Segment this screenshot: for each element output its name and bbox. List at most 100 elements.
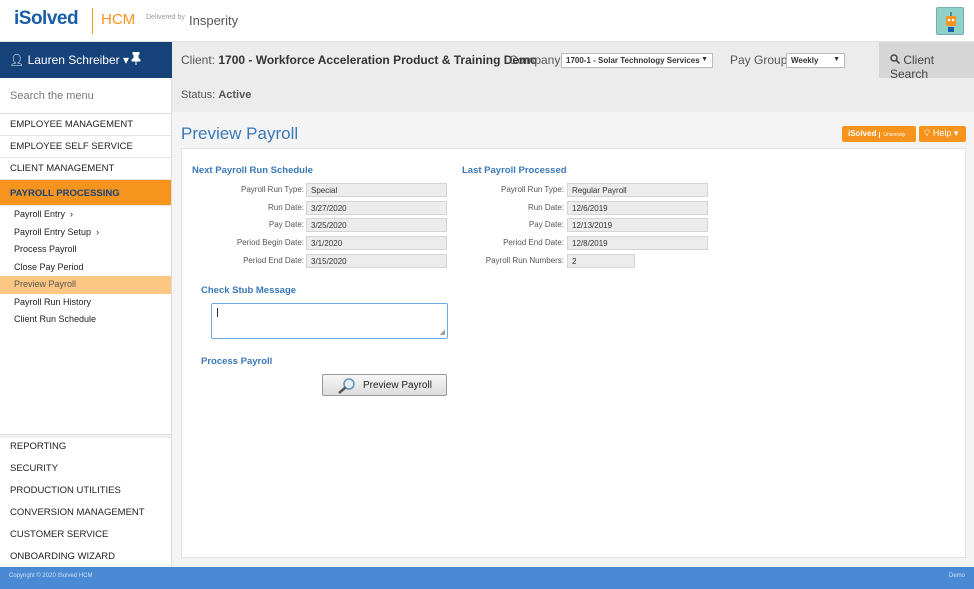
- field-label: Pay Date:: [268, 220, 304, 229]
- check-stub-title: Check Stub Message: [201, 285, 297, 296]
- user-icon: 👤︎: [9, 53, 25, 67]
- isolved-logo[interactable]: iSolved: [14, 8, 79, 30]
- process-payroll-title: Process Payroll: [201, 356, 273, 367]
- next-period-end-field: 3/15/2020: [306, 254, 447, 268]
- status-value: Active: [218, 89, 252, 101]
- status-label: Status:: [181, 89, 216, 101]
- nav-bottom: REPORTING SECURITY PRODUCTION UTILITIES …: [0, 436, 171, 568]
- chevron-right-icon: ›: [67, 209, 74, 219]
- chevron-down-icon: ▾: [953, 128, 959, 138]
- client-search-button[interactable]: Client Search: [879, 42, 974, 81]
- resize-grip-icon[interactable]: ◢: [440, 328, 445, 336]
- chevron-down-icon: ▼: [833, 56, 840, 63]
- univ-small-label: University: [879, 132, 906, 138]
- next-run-date-field: 3/27/2020: [306, 201, 447, 215]
- last-period-end-field: 12/8/2019: [567, 236, 708, 250]
- client-value: 1700 - Workforce Acceleration Product & …: [218, 53, 538, 67]
- user-name: Lauren Schreiber: [27, 53, 120, 67]
- preview-payroll-panel: Next Payroll Run Schedule Payroll Run Ty…: [181, 148, 966, 558]
- preview-payroll-label: Preview Payroll: [363, 380, 432, 391]
- main-content: Preview Payroll iSolved University 💡︎ Hel…: [172, 112, 974, 567]
- menu-search-input[interactable]: Search the menu: [0, 78, 171, 114]
- field-label: Payroll Run Type:: [501, 185, 564, 194]
- chevron-right-icon: ›: [93, 226, 100, 237]
- sidebar-item-onboarding-wizard[interactable]: ONBOARDING WIZARD: [0, 546, 171, 568]
- field-label: Payroll Run Type:: [241, 185, 304, 194]
- field-label: Pay Date:: [528, 220, 564, 229]
- user-avatar[interactable]: [936, 7, 964, 35]
- sidebar-item-employee-self-service[interactable]: EMPLOYEE SELF SERVICE: [0, 136, 171, 158]
- sidebar-subitem-payroll-entry[interactable]: Payroll Entry ›: [0, 206, 171, 224]
- nav-top: EMPLOYEE MANAGEMENT EMPLOYEE SELF SERVIC…: [0, 114, 171, 329]
- help-button[interactable]: 💡︎ Help ▾: [919, 126, 966, 142]
- field-label: Period Begin Date:: [236, 238, 304, 247]
- pay-group-label: Pay Group:: [730, 53, 791, 67]
- pay-group-select-value: Weekly: [791, 56, 819, 65]
- user-menu-bar: 👤︎ Lauren Schreiber ▾: [0, 42, 172, 78]
- client-info-bar: Client: 1700 - Workforce Acceleration Pr…: [172, 42, 974, 81]
- client-label: Client:: [181, 53, 216, 67]
- univ-label: iSolved: [848, 129, 877, 138]
- sidebar-item-customer-service[interactable]: CUSTOMER SERVICE: [0, 524, 171, 546]
- footer: Copyright © 2020 iSolved HCM Demo: [0, 567, 974, 589]
- field-label: Payroll Run Numbers:: [485, 256, 564, 265]
- subitem-label: Payroll Entry: [14, 209, 66, 219]
- magnifier-icon: [337, 377, 357, 397]
- next-period-begin-field: 3/1/2020: [306, 236, 447, 250]
- sidebar-item-reporting[interactable]: REPORTING: [0, 436, 171, 458]
- chevron-down-icon: ▾: [122, 53, 130, 67]
- sidebar-subitem-process-payroll[interactable]: Process Payroll: [0, 241, 171, 259]
- isolved-university-button[interactable]: iSolved University: [842, 126, 916, 142]
- preview-payroll-button[interactable]: Preview Payroll: [322, 374, 447, 396]
- sidebar-item-client-management[interactable]: CLIENT MANAGEMENT: [0, 158, 171, 180]
- pin-icon[interactable]: [131, 51, 141, 68]
- logo-divider: [92, 8, 93, 34]
- top-header: iSolved HCM Delivered by Insperity: [0, 0, 974, 42]
- help-label: Help: [932, 128, 952, 138]
- pay-group-select[interactable]: Weekly ▼: [786, 53, 845, 68]
- client-status: Status: Active: [181, 89, 251, 101]
- sidebar: Search the menu EMPLOYEE MANAGEMENT EMPL…: [0, 78, 172, 567]
- sidebar-item-conversion-management[interactable]: CONVERSION MANAGEMENT: [0, 502, 171, 524]
- demo-label: Demo: [948, 573, 965, 579]
- robot-avatar-icon: [946, 12, 956, 32]
- insperity-logo-text: Insperity: [189, 13, 239, 28]
- search-icon: [890, 53, 903, 67]
- last-run-title: Last Payroll Processed: [462, 165, 567, 176]
- sidebar-subitem-payroll-entry-setup[interactable]: Payroll Entry Setup ›: [0, 224, 171, 242]
- company-select-value: 1700-1 - Solar Technology Services: [566, 56, 700, 65]
- field-label: Run Date:: [527, 203, 564, 212]
- company-select[interactable]: 1700-1 - Solar Technology Services ▼: [561, 53, 713, 68]
- subitem-label: Payroll Entry Setup: [14, 226, 92, 237]
- last-run-date-field: 12/6/2019: [567, 201, 708, 215]
- sidebar-subitem-close-pay-period[interactable]: Close Pay Period: [0, 259, 171, 277]
- status-bar: Status: Active: [172, 78, 974, 112]
- sidebar-item-employee-management[interactable]: EMPLOYEE MANAGEMENT: [0, 114, 171, 136]
- client-info: Client: 1700 - Workforce Acceleration Pr…: [181, 53, 537, 67]
- field-label: Period End Date:: [503, 238, 564, 247]
- company-label: Company:: [509, 53, 564, 67]
- copyright-text: Copyright © 2020 iSolved HCM: [9, 573, 93, 579]
- field-label: Run Date:: [267, 203, 304, 212]
- hcm-logo-text: HCM: [101, 11, 136, 28]
- sidebar-item-production-utilities[interactable]: PRODUCTION UTILITIES: [0, 480, 171, 502]
- delivered-by-text: Delivered by: [146, 14, 185, 21]
- field-label: Period End Date:: [243, 256, 304, 265]
- sidebar-item-payroll-processing[interactable]: PAYROLL PROCESSING: [0, 180, 171, 206]
- next-run-type-field: Special: [306, 183, 447, 197]
- sidebar-item-security[interactable]: SECURITY: [0, 458, 171, 480]
- lightbulb-icon: 💡︎: [924, 128, 931, 138]
- next-pay-date-field: 3/25/2020: [306, 218, 447, 232]
- last-run-type-field: Regular Payroll: [567, 183, 708, 197]
- sidebar-subitem-payroll-run-history[interactable]: Payroll Run History: [0, 294, 171, 312]
- sidebar-subitem-preview-payroll[interactable]: Preview Payroll: [0, 276, 171, 294]
- text-cursor: [217, 308, 218, 317]
- page-title: Preview Payroll: [181, 124, 299, 143]
- chevron-down-icon: ▼: [701, 56, 708, 63]
- sidebar-subitem-client-run-schedule[interactable]: Client Run Schedule: [0, 311, 171, 329]
- last-run-numbers-field: 2: [567, 254, 635, 268]
- last-pay-date-field: 12/13/2019: [567, 218, 708, 232]
- check-stub-message-textarea[interactable]: ◢: [211, 303, 448, 339]
- next-run-title: Next Payroll Run Schedule: [192, 165, 313, 176]
- user-menu[interactable]: 👤︎ Lauren Schreiber ▾: [9, 53, 129, 67]
